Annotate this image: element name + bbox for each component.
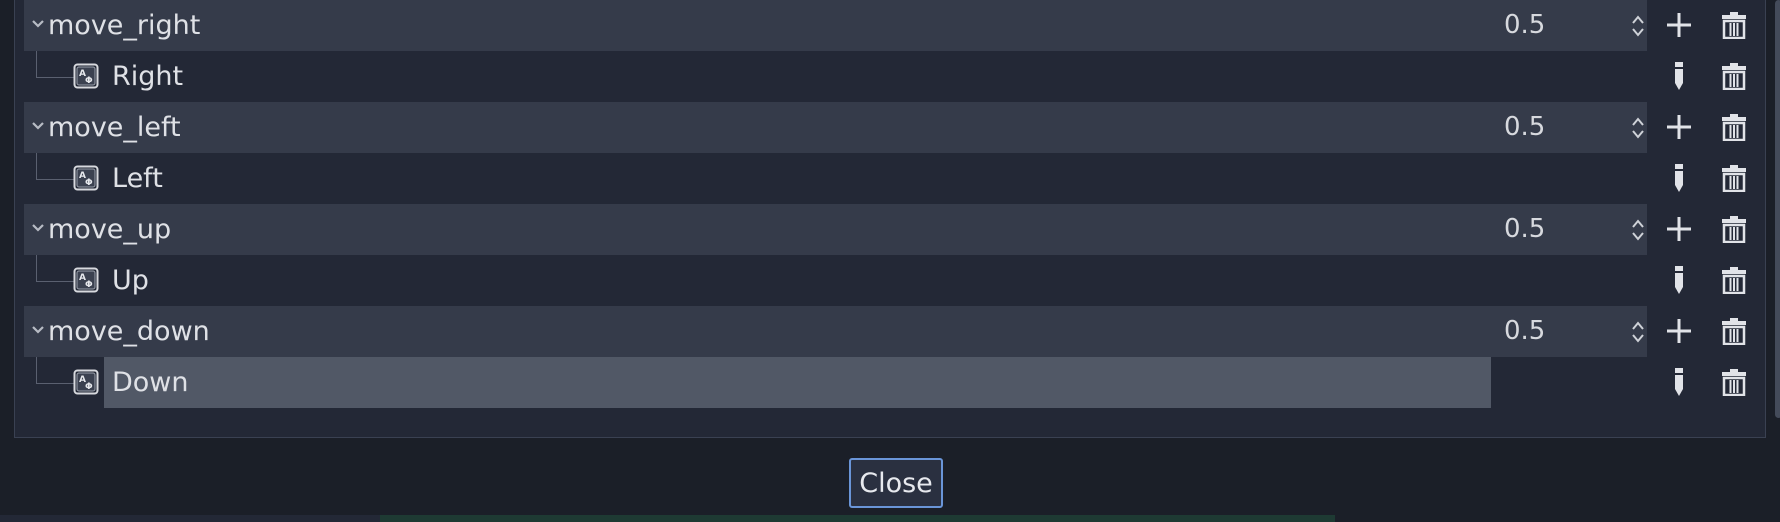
chevron-down-icon[interactable] [29,321,47,339]
event-row[interactable]: A Φ Up [24,255,1759,306]
plus-icon[interactable] [1661,313,1697,349]
deadzone-value[interactable]: 0.5 [1504,306,1545,357]
trash-icon[interactable] [1716,58,1752,94]
chevron-down-icon[interactable] [29,219,47,237]
tree-connector [36,357,75,384]
trash-icon[interactable] [1716,211,1752,247]
pencil-icon[interactable] [1661,160,1697,196]
action-row-background [24,204,1647,255]
trash-icon[interactable] [1716,7,1752,43]
spin-arrows-icon[interactable] [1628,216,1648,244]
plus-icon[interactable] [1661,211,1697,247]
tree-connector [36,51,75,78]
trash-icon[interactable] [1716,109,1752,145]
keyboard-key-icon: AΦ [73,165,99,191]
footer-separator [0,438,1780,446]
event-row[interactable]: A Φ Down [24,357,1759,408]
svg-text:Φ: Φ [85,280,93,290]
action-name: move_down [48,316,210,347]
action-name: move_up [48,214,172,245]
svg-text:Φ: Φ [85,382,93,392]
deadzone-value[interactable]: 0.5 [1504,0,1545,51]
deadzone-value[interactable]: 0.5 [1504,102,1545,153]
spin-arrows-icon[interactable] [1628,12,1648,40]
tree-connector [36,255,75,282]
trash-icon[interactable] [1716,160,1752,196]
action-row-background [24,0,1647,51]
event-label: Up [112,265,149,296]
action-row: move_down 0.5 [24,306,1759,357]
pencil-icon[interactable] [1661,58,1697,94]
trash-icon[interactable] [1716,313,1752,349]
action-row-background [24,102,1647,153]
pencil-icon[interactable] [1661,364,1697,400]
keyboard-key-icon: AΦ [73,267,99,293]
keyboard-key-icon: AΦ [73,63,99,89]
vertical-scrollbar[interactable] [1775,0,1780,418]
bottom-edge [0,515,380,522]
pencil-icon[interactable] [1661,262,1697,298]
action-name: move_right [48,10,201,41]
event-label: Right [112,61,184,92]
action-row: move_right 0.5 [24,0,1759,51]
deadzone-value[interactable]: 0.5 [1504,204,1545,255]
input-map-panel: move_right 0.5 A Φ Right move_left 0.5 A Φ Left mo… [14,0,1780,438]
action-name: move_left [48,112,181,143]
plus-icon[interactable] [1661,7,1697,43]
action-tree: move_right 0.5 A Φ Right move_left 0.5 A Φ Left mo… [24,0,1759,408]
svg-text:Φ: Φ [85,178,93,188]
event-label: Left [112,163,163,194]
chevron-down-icon[interactable] [29,117,47,135]
tree-connector [36,153,75,180]
chevron-down-icon[interactable] [29,15,47,33]
plus-icon[interactable] [1661,109,1697,145]
trash-icon[interactable] [1716,262,1752,298]
trash-icon[interactable] [1716,364,1752,400]
selection-highlight [104,357,1491,408]
action-row: move_up 0.5 [24,204,1759,255]
spin-arrows-icon[interactable] [1628,114,1648,142]
action-row-background [24,306,1647,357]
event-label: Down [112,367,189,398]
svg-text:Φ: Φ [85,76,93,86]
bottom-edge-highlight [380,515,1335,522]
keyboard-key-icon: AΦ [73,369,99,395]
close-button[interactable]: Close [849,458,943,508]
event-row[interactable]: A Φ Right [24,51,1759,102]
event-row[interactable]: A Φ Left [24,153,1759,204]
action-row: move_left 0.5 [24,102,1759,153]
spin-arrows-icon[interactable] [1628,318,1648,346]
